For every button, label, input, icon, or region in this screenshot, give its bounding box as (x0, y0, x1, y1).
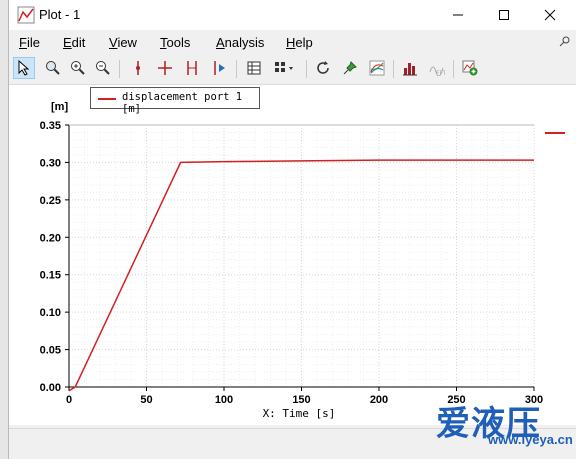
x-tick-label: 0 (66, 394, 72, 406)
histogram-icon (403, 63, 417, 76)
toolbar-separator (119, 60, 120, 78)
window-title: Plot - 1 (39, 7, 81, 22)
select-tool-button[interactable] (13, 57, 35, 79)
menu-file[interactable]: File (19, 35, 40, 50)
plot-area[interactable]: 0 50 100 150 200 250 300 0.00 0.05 0.10 0.15 0.20 0.… (9, 85, 576, 425)
toolbar-separator (393, 60, 394, 78)
menu-analysis[interactable]: Analysis (216, 35, 264, 50)
zoom-region-button[interactable] (42, 57, 64, 79)
toolbar-separator (306, 60, 307, 78)
close-button[interactable] (527, 0, 573, 30)
x-tick-label: 150 (292, 394, 310, 406)
data-table-button[interactable] (243, 57, 265, 79)
line-chart[interactable]: 0 50 100 150 200 250 3000.000.050.100.150.200.… (9, 85, 576, 425)
menu-edit[interactable]: Edit (63, 35, 85, 50)
y-tick-label: 0.25 (40, 195, 61, 207)
zoom-out-icon (96, 61, 110, 75)
y-tick-label: 0.15 (40, 270, 61, 282)
y-tick-label: 0.30 (40, 157, 61, 169)
zoom-out-button[interactable] (92, 57, 114, 79)
x-axis-label: X: Time [s] (263, 407, 336, 420)
play-cursor-button[interactable] (208, 57, 230, 79)
x-tick-label: 200 (370, 394, 388, 406)
menu-view[interactable]: View (109, 35, 137, 50)
pin-marker-button[interactable] (339, 57, 361, 79)
zoom-region-icon (46, 61, 60, 75)
toolbar-separator (453, 60, 454, 78)
x-tick-label: 50 (140, 394, 152, 406)
zoom-in-button[interactable] (67, 57, 89, 79)
y-tick-label: 0.35 (40, 120, 61, 132)
refresh-icon (317, 61, 329, 74)
plot-app-icon (17, 6, 35, 24)
y-axis-label: [m] (51, 101, 68, 113)
menu-tools[interactable]: Tools (160, 35, 190, 50)
data-table-icon (247, 61, 261, 75)
crosshair-cursor-button[interactable] (154, 57, 176, 79)
x-tick-label: 100 (215, 394, 233, 406)
watermark-logo: 爱液压 www.iyeya.cn (430, 396, 573, 456)
legend[interactable]: displacement port 1 [m] (90, 87, 260, 115)
menu-bar: File Edit View Tools Analysis Help (9, 31, 576, 53)
fft-button: FFT (426, 57, 448, 79)
add-plot-icon (462, 60, 478, 76)
maximize-button[interactable] (481, 0, 527, 30)
menu-help[interactable]: Help (286, 35, 313, 50)
minimize-button[interactable] (435, 0, 481, 30)
curves-icon (369, 60, 385, 76)
vertical-cursor-icon (136, 61, 140, 75)
histogram-button[interactable] (399, 57, 421, 79)
vertical-cursor-button[interactable] (127, 57, 149, 79)
add-plot-button[interactable] (459, 57, 481, 79)
toolbar: FFT (9, 54, 576, 85)
toolbar-separator (236, 60, 237, 78)
pin-marker-icon (343, 61, 357, 75)
legend-label: displacement port 1 [m] (122, 91, 243, 115)
grid-layout-icon (275, 62, 293, 72)
grid-layout-dropdown[interactable] (271, 57, 301, 79)
play-cursor-icon (214, 61, 225, 75)
background-strip (0, 0, 8, 459)
plot-window: Plot - 1 File Edit View Tools Analysis H… (8, 0, 576, 459)
grid-lines (68, 124, 535, 388)
legend-swatch (98, 98, 116, 100)
pin-icon[interactable] (559, 35, 571, 47)
crosshair-cursor-icon (158, 61, 172, 75)
y-tick-label: 0.10 (40, 307, 61, 319)
watermark-url: www.iyeya.cn (488, 432, 573, 447)
curves-button[interactable] (366, 57, 388, 79)
zoom-in-icon (71, 61, 85, 75)
double-cursor-icon (187, 61, 197, 75)
select-arrow-icon (18, 60, 30, 76)
refresh-button[interactable] (312, 57, 334, 79)
svg-text:FFT: FFT (436, 70, 445, 76)
y-tick-label: 0.05 (40, 345, 61, 357)
fft-icon: FFT (429, 66, 445, 76)
y-tick-label: 0.00 (40, 382, 61, 394)
double-cursor-button[interactable] (181, 57, 203, 79)
y-tick-label: 0.20 (40, 232, 61, 244)
title-bar: Plot - 1 (9, 0, 576, 30)
